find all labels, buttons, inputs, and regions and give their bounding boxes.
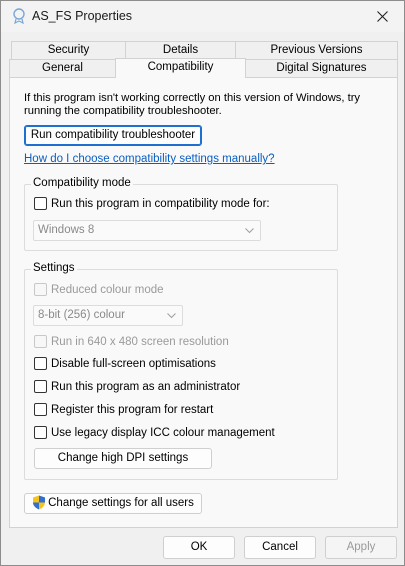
title-bar: AS_FS Properties [1,1,404,32]
legacy-icc-checkbox[interactable]: Use legacy display ICC colour management [34,426,275,439]
compatibility-panel: If this program isn't working correctly … [9,77,398,528]
compat-os-select: Windows 8 [33,220,261,241]
run-troubleshooter-button[interactable]: Run compatibility troubleshooter [24,125,202,146]
restart-label: Register this program for restart [51,403,214,416]
change-dpi-button[interactable]: Change high DPI settings [34,448,212,469]
tab-general[interactable]: General [9,59,116,78]
resolution-label: Run in 640 x 480 screen resolution [51,335,229,348]
properties-dialog: AS_FS Properties Security Details Previo… [0,0,405,566]
reduced-colour-label: Reduced colour mode [51,283,164,296]
checkbox-box[interactable] [34,426,47,439]
chevron-down-icon [167,313,176,319]
chevron-down-icon [245,228,254,234]
register-restart-checkbox[interactable]: Register this program for restart [34,403,213,416]
fullscreen-label: Disable full-screen optimisations [51,357,216,370]
resolution-checkbox: Run in 640 x 480 screen resolution [34,335,229,348]
compatibility-mode-group: Compatibility mode Run this program in c… [24,177,338,251]
admin-label: Run this program as an administrator [51,380,241,393]
compat-mode-checkbox[interactable]: Run this program in compatibility mode f… [34,197,270,210]
window-title: AS_FS Properties [32,9,133,23]
tab-security[interactable]: Security [11,41,126,60]
settings-group: Settings Reduced colour mode 8-bit (256)… [24,262,338,480]
checkbox-box[interactable] [34,380,47,393]
cancel-button[interactable]: Cancel [244,536,316,559]
compatibility-mode-title: Compatibility mode [31,177,133,189]
manual-settings-link[interactable]: How do I choose compatibility settings m… [24,153,275,165]
compat-os-value: Windows 8 [38,224,95,236]
tab-previous-versions[interactable]: Previous Versions [235,41,398,60]
colour-depth-select: 8-bit (256) colour [33,305,183,326]
fullscreen-optimisations-checkbox[interactable]: Disable full-screen optimisations [34,357,216,370]
program-icon [11,8,27,25]
checkbox-box[interactable] [34,403,47,416]
intro-text: If this program isn't working correctly … [24,92,361,117]
uac-shield-icon [33,495,46,510]
settings-title: Settings [31,262,77,274]
change-all-users-button[interactable]: Change settings for all users [24,493,202,514]
all-users-label: Change settings for all users [48,497,194,509]
checkbox-box [34,335,47,348]
checkbox-box[interactable] [34,357,47,370]
checkbox-box [34,283,47,296]
icc-label: Use legacy display ICC colour management [51,426,275,439]
checkbox-box[interactable] [34,197,47,210]
run-as-admin-checkbox[interactable]: Run this program as an administrator [34,380,240,393]
reduced-colour-checkbox: Reduced colour mode [34,283,164,296]
apply-button[interactable]: Apply [325,536,397,559]
colour-depth-value: 8-bit (256) colour [38,309,125,321]
ok-button[interactable]: OK [163,536,235,559]
tab-compatibility[interactable]: Compatibility [115,58,246,78]
close-button[interactable] [360,1,404,32]
close-icon [376,11,388,22]
compat-mode-label: Run this program in compatibility mode f… [51,197,270,210]
tab-digital-signatures[interactable]: Digital Signatures [245,59,398,78]
